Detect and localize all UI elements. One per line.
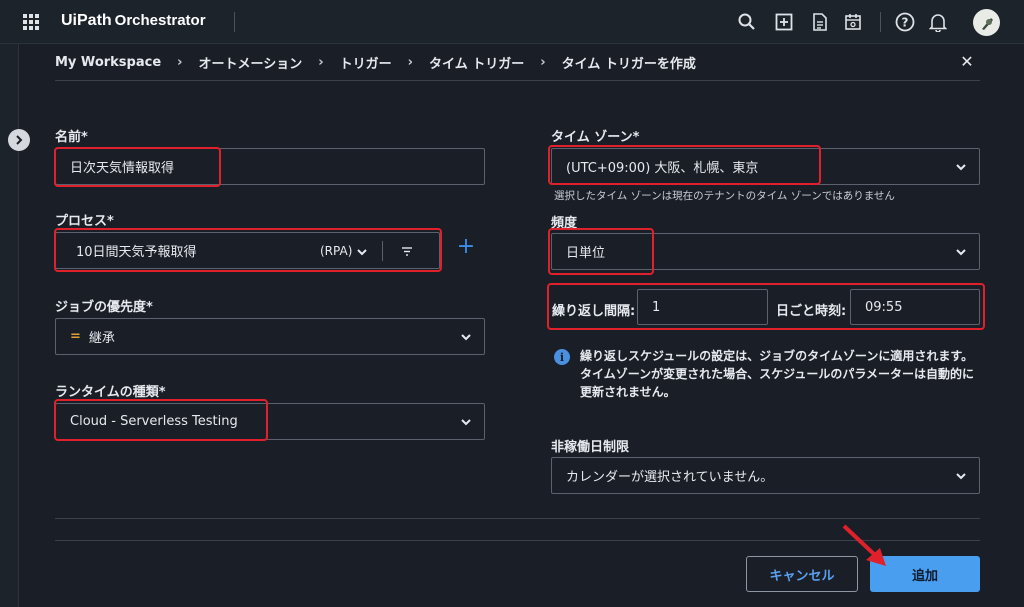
time-label: 日ごと時刻: — [776, 304, 847, 319]
timezone-label: タイム ゾーン* — [551, 130, 640, 145]
apps-grid-icon[interactable] — [23, 14, 39, 30]
runtime-value: Cloud - Serverless Testing — [70, 414, 238, 429]
svg-text:?: ? — [902, 16, 909, 30]
divider — [234, 12, 235, 32]
search-icon[interactable] — [737, 12, 757, 32]
priority-icon: = — [70, 329, 81, 344]
interval-value: 1 — [652, 299, 661, 315]
interval-label: 繰り返し間隔: — [552, 304, 636, 319]
breadcrumb-item[interactable]: トリガー — [340, 53, 392, 72]
chevron-down-icon — [956, 473, 966, 480]
runtime-label: ランタイムの種類* — [55, 385, 166, 400]
info-message: 繰り返しスケジュールの設定は、ジョブのタイムゾーンに適用されます。タイムゾーンが… — [580, 349, 974, 399]
app-logo[interactable]: UiPath Orchestrator — [61, 12, 206, 30]
add-square-icon[interactable] — [774, 12, 794, 32]
annotation-arrow-icon — [842, 524, 886, 566]
divider — [55, 80, 980, 81]
process-value: 10日間天気予報取得 — [76, 245, 197, 260]
process-type: (RPA) — [320, 244, 353, 258]
top-bar: UiPath Orchestrator ? — [0, 0, 1024, 44]
info-icon: i — [554, 349, 570, 365]
frequency-label: 頻度 — [551, 216, 578, 231]
chevron-right-icon: › — [177, 54, 183, 70]
chevron-right-icon: › — [318, 54, 324, 70]
breadcrumb-item[interactable]: タイム トリガー — [429, 53, 524, 72]
breadcrumb-item[interactable]: My Workspace — [55, 55, 161, 70]
filter-icon[interactable] — [401, 245, 413, 257]
frequency-value: 日単位 — [566, 246, 606, 261]
brand-name: UiPath — [61, 12, 112, 29]
breadcrumb-current: タイム トリガーを作成 — [561, 56, 696, 72]
frequency-select[interactable]: 日単位 — [551, 233, 980, 270]
runtime-select[interactable]: Cloud - Serverless Testing — [55, 403, 485, 440]
name-value: 日次天気情報取得 — [70, 161, 175, 176]
plus-icon[interactable]: + — [456, 236, 476, 260]
priority-value: 継承 — [88, 331, 115, 346]
chevron-right-icon[interactable] — [8, 129, 30, 151]
process-select[interactable]: 10日間天気予報取得 (RPA) — [55, 232, 440, 269]
divider — [382, 241, 383, 261]
breadcrumb-item[interactable]: オートメーション — [199, 53, 303, 72]
timezone-value: (UTC+09:00) 大阪、札幌、東京 — [566, 161, 759, 176]
chevron-right-icon: › — [407, 54, 413, 70]
time-value: 09:55 — [865, 299, 903, 315]
divider — [880, 12, 881, 32]
priority-label: ジョブの優先度* — [55, 300, 153, 315]
name-label: 名前* — [55, 130, 88, 145]
time-input[interactable]: 09:55 — [850, 289, 980, 325]
chevron-right-icon: › — [540, 54, 546, 70]
process-label: プロセス* — [55, 214, 114, 229]
bell-icon[interactable] — [928, 12, 948, 32]
close-icon[interactable]: ✕ — [958, 52, 976, 72]
chevron-down-icon — [461, 334, 471, 341]
document-icon[interactable] — [810, 12, 830, 32]
chevron-down-icon — [956, 249, 966, 256]
priority-select[interactable]: = 継承 — [55, 318, 485, 355]
product-name: Orchestrator — [114, 12, 206, 29]
calendar-icon[interactable] — [843, 12, 863, 32]
nonworking-value: カレンダーが選択されていません。 — [566, 470, 774, 485]
help-icon[interactable]: ? — [895, 12, 915, 32]
name-input[interactable]: 日次天気情報取得 — [55, 148, 485, 185]
breadcrumb: My Workspace › オートメーション › トリガー › タイム トリガ… — [55, 52, 696, 72]
timezone-hint: 選択したタイム ゾーンは現在のテナントのタイム ゾーンではありません — [554, 190, 895, 202]
chevron-down-icon — [956, 164, 966, 171]
avatar[interactable] — [973, 9, 1000, 36]
timezone-select[interactable]: (UTC+09:00) 大阪、札幌、東京 — [551, 148, 980, 185]
nonworking-select[interactable]: カレンダーが選択されていません。 — [551, 457, 980, 494]
interval-input[interactable]: 1 — [637, 289, 768, 325]
nonworking-label: 非稼働日制限 — [551, 440, 630, 455]
chevron-down-icon — [461, 419, 471, 426]
divider — [55, 518, 980, 519]
chevron-down-icon[interactable] — [356, 246, 368, 258]
